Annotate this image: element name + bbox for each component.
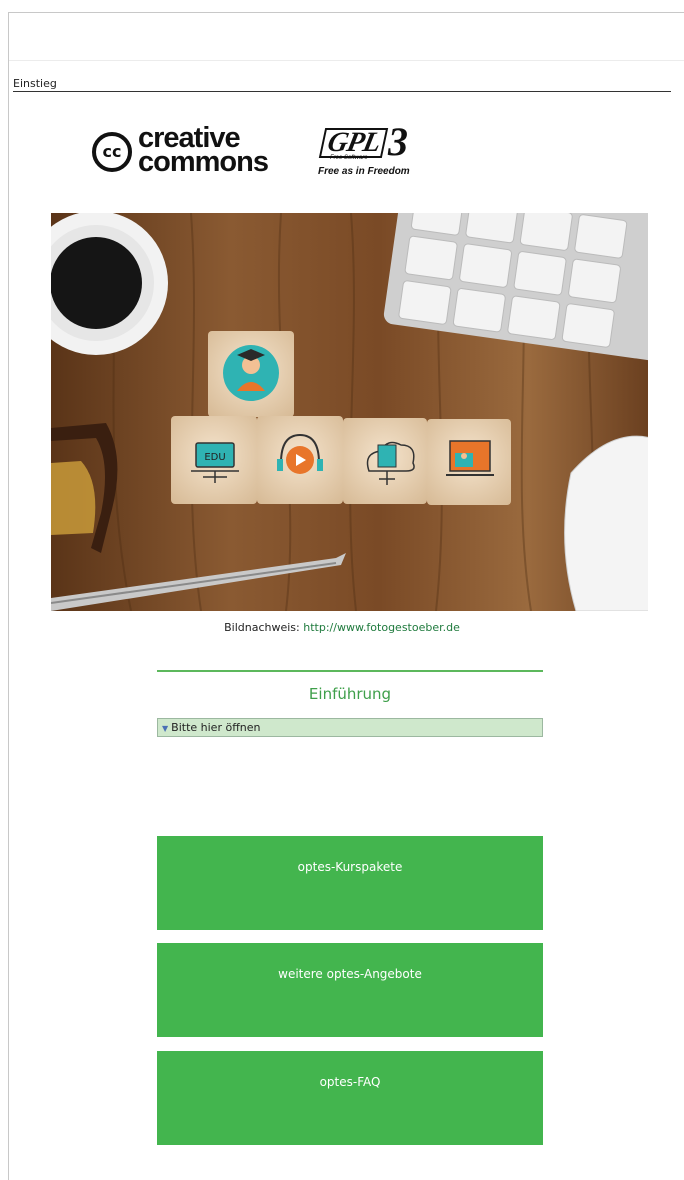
section-divider [13, 91, 671, 92]
gpl-version: 3 [388, 119, 408, 164]
image-credit-link[interactable]: http://www.fotogestoeber.de [303, 621, 460, 634]
image-credit: Bildnachweis: http://www.fotogestoeber.d… [0, 621, 684, 634]
section-title: Einstieg [13, 77, 57, 90]
gpl-subtitle: Free Software [330, 155, 368, 161]
accordion-divider [157, 670, 543, 672]
accordion-toggle[interactable]: ▼ Bitte hier öffnen [157, 718, 543, 737]
triangle-down-icon: ▼ [162, 724, 169, 733]
cc-icon: cc [92, 132, 132, 172]
top-divider [9, 60, 684, 61]
faq-button[interactable]: optes-FAQ [157, 1051, 543, 1145]
image-credit-label: Bildnachweis: [224, 621, 300, 634]
gpl-wordmark: GPL [318, 127, 389, 158]
graduate-icon [223, 345, 279, 401]
weitere-angebote-button[interactable]: weitere optes-Angebote [157, 943, 543, 1037]
accordion-title: Einführung [308, 685, 392, 703]
faq-button-label: optes-FAQ [319, 1075, 381, 1089]
kurspakete-button-label: optes-Kurspakete [297, 860, 403, 874]
weitere-angebote-button-label: weitere optes-Angebote [278, 967, 422, 981]
cc-wordmark-line2: commons [138, 146, 269, 178]
edu-label: EDU [204, 452, 225, 463]
creative-commons-logo: cc creative commons [92, 124, 302, 182]
top-bar [9, 13, 684, 59]
accordion-toggle-label: Bitte hier öffnen [171, 721, 261, 734]
gpl-logo: GPL 3 Free Software Free as in Freedom [316, 122, 428, 182]
cc-wordmark: creative commons [138, 124, 269, 178]
header-photo: EDU [51, 213, 648, 611]
gpl-tagline: Free as in Freedom [318, 166, 410, 177]
kurspakete-button[interactable]: optes-Kurspakete [157, 836, 543, 930]
online-teacher-icon [446, 440, 494, 476]
